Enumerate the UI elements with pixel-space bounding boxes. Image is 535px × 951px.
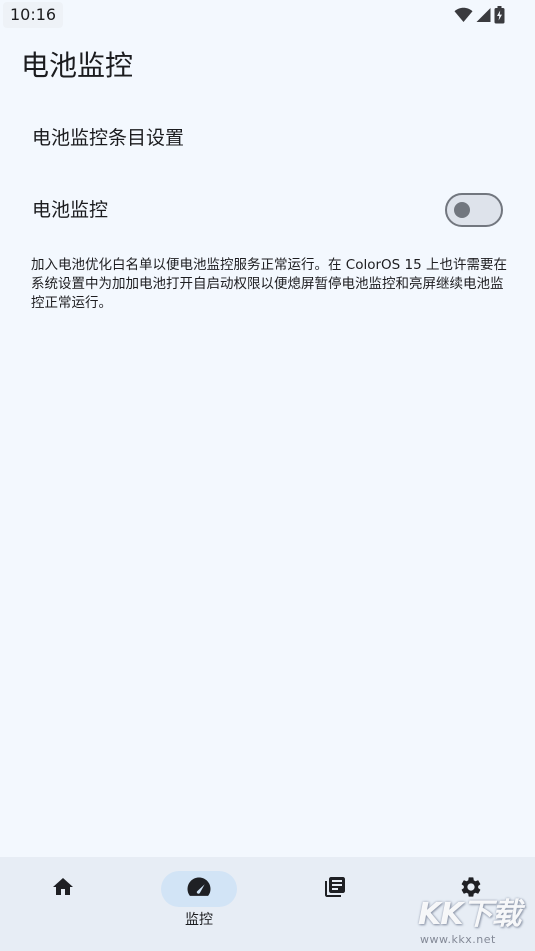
nav-item-logs[interactable] — [280, 871, 390, 941]
battery-monitor-setting-row[interactable]: 电池监控 — [0, 180, 535, 240]
battery-monitor-items-setting-label: 电池监控条目设置 — [32, 127, 185, 149]
gear-icon — [459, 875, 483, 903]
status-bar: 10:16 — [0, 0, 535, 32]
status-icons — [454, 5, 505, 25]
home-icon — [51, 875, 75, 903]
nav-item-monitor[interactable]: 监控 — [144, 871, 254, 941]
battery-monitor-toggle[interactable] — [445, 193, 503, 227]
status-time: 10:16 — [3, 2, 64, 28]
battery-monitor-items-setting[interactable]: 电池监控条目设置 — [0, 108, 535, 168]
nav-item-home-indicator — [25, 871, 101, 907]
toggle-knob — [454, 202, 470, 218]
library-books-icon — [323, 875, 347, 903]
battery-monitor-description: 加入电池优化白名单以便电池监控服务正常运行。在 ColorOS 15 上也许需要… — [31, 257, 507, 311]
wifi-icon — [454, 7, 473, 23]
nav-item-home[interactable] — [8, 871, 118, 941]
nav-item-monitor-indicator — [161, 871, 237, 907]
bottom-navigation: 监控 — [0, 857, 535, 951]
battery-charging-icon — [494, 6, 505, 24]
nav-item-monitor-label: 监控 — [185, 912, 213, 928]
page-title: 电池监控 — [21, 49, 134, 82]
nav-item-settings-indicator — [433, 871, 509, 907]
signal-icon — [476, 7, 491, 23]
nav-item-logs-indicator — [297, 871, 373, 907]
speedometer-icon — [186, 876, 212, 902]
nav-item-settings[interactable] — [416, 871, 526, 941]
battery-monitor-label: 电池监控 — [32, 199, 109, 221]
